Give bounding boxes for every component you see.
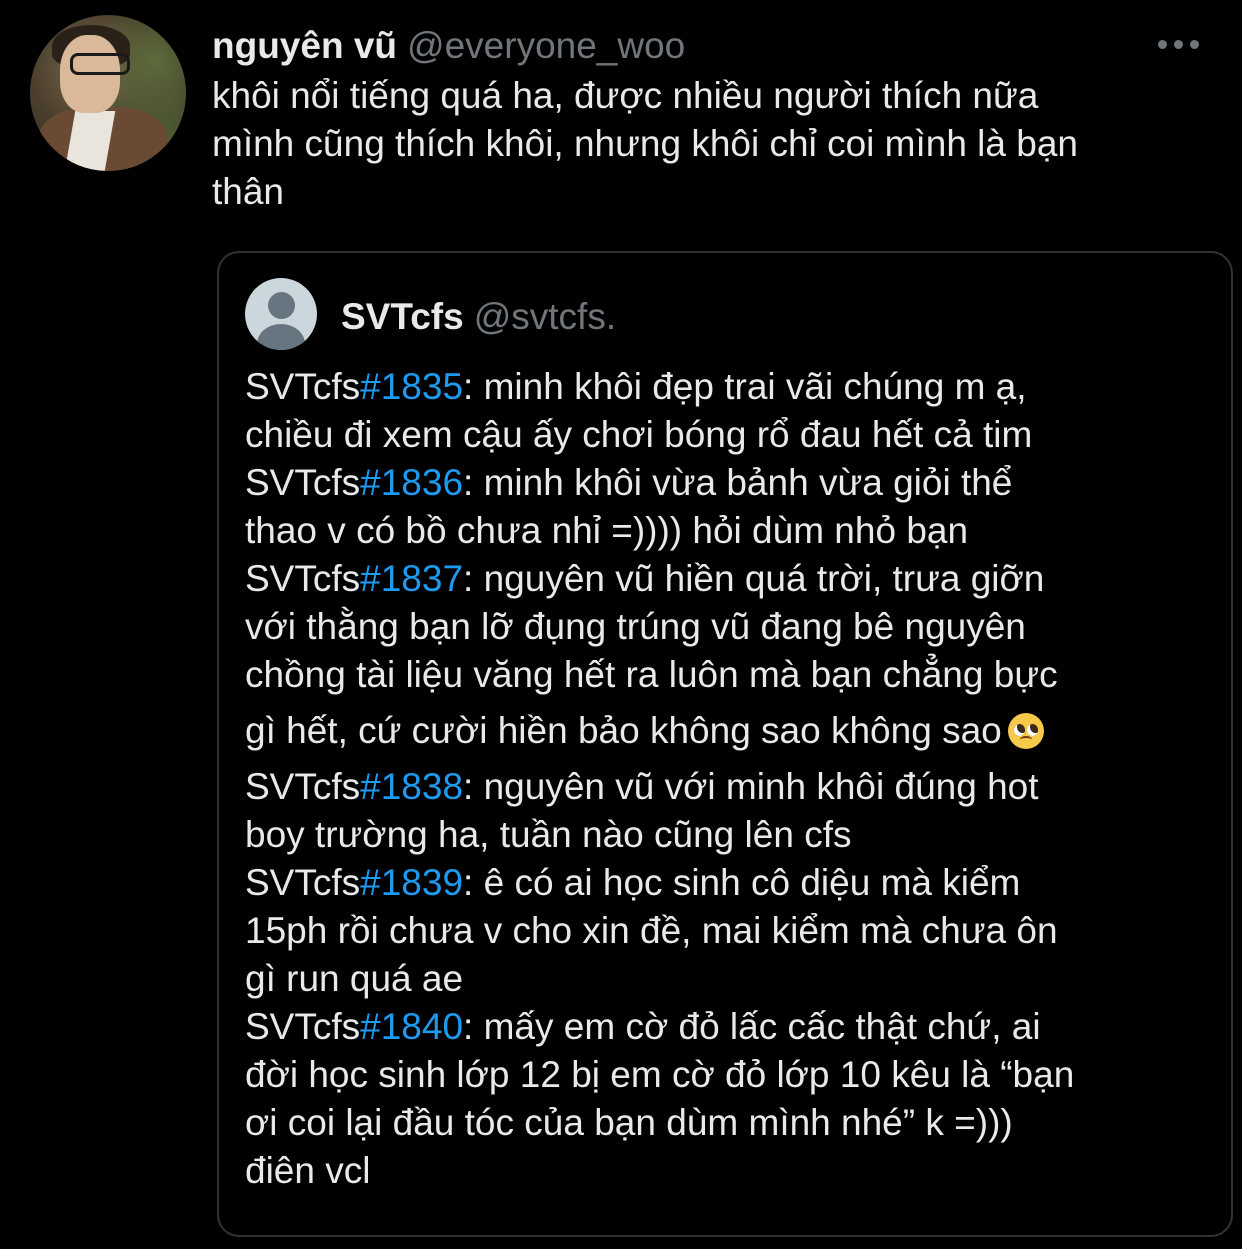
- more-horizontal-icon[interactable]: [1158, 40, 1200, 50]
- line-text: 15ph rồi chưa v cho xin đề, mai kiểm mà …: [245, 910, 1058, 951]
- quoted-text-line: đời học sinh lớp 12 bị em cờ đỏ lớp 10 k…: [245, 1051, 1225, 1099]
- pleading-face-icon: [1007, 713, 1044, 749]
- hashtag-link[interactable]: #1839: [360, 862, 463, 903]
- more-dot: [1158, 40, 1167, 49]
- quoted-display-name[interactable]: SVTcfs: [341, 296, 464, 337]
- display-name[interactable]: nguyên vũ: [212, 25, 397, 66]
- hashtag-link[interactable]: #1835: [360, 366, 463, 407]
- quoted-text-line: SVTcfs#1835: minh khôi đẹp trai vãi chún…: [245, 363, 1225, 411]
- quoted-text-line: chiều đi xem cậu ấy chơi bóng rổ đau hết…: [245, 411, 1225, 459]
- quoted-text-line: SVTcfs#1838: nguyên vũ với minh khôi đún…: [245, 763, 1225, 811]
- tweet-text-line: thân: [212, 171, 285, 212]
- quoted-tweet-text: SVTcfs#1835: minh khôi đẹp trai vãi chún…: [245, 363, 1225, 1195]
- line-text: : minh khôi đẹp trai vãi chúng m ạ,: [463, 366, 1027, 407]
- quoted-tweet-header: SVTcfs @svtcfs.: [341, 295, 616, 339]
- line-text: chiều đi xem cậu ấy chơi bóng rổ đau hết…: [245, 414, 1033, 455]
- line-text: : ê có ai học sinh cô diệu mà kiểm: [463, 862, 1021, 903]
- more-dot: [1174, 40, 1183, 49]
- confession-prefix: SVTcfs: [245, 1006, 361, 1047]
- line-text: đời học sinh lớp 12 bị em cờ đỏ lớp 10 k…: [245, 1054, 1075, 1095]
- quoted-text-line: SVTcfs#1839: ê có ai học sinh cô diệu mà…: [245, 859, 1225, 907]
- quoted-text-line: boy trường ha, tuần nào cũng lên cfs: [245, 811, 1225, 859]
- user-handle[interactable]: @everyone_woo: [407, 25, 685, 66]
- quoted-text-line: chồng tài liệu văng hết ra luôn mà bạn c…: [245, 651, 1225, 699]
- line-text: : nguyên vũ hiền quá trời, trưa giỡn: [463, 558, 1045, 599]
- line-text: điên vcl: [245, 1150, 371, 1191]
- tweet-text-line: khôi nổi tiếng quá ha, được nhiều người …: [212, 75, 1039, 116]
- quoted-text-line: điên vcl: [245, 1147, 1225, 1195]
- quoted-tweet-card[interactable]: SVTcfs @svtcfs. SVTcfs#1835: minh khôi đẹ…: [217, 251, 1233, 1237]
- line-text: gì run quá ae: [245, 958, 464, 999]
- quoted-text-line: SVTcfs#1837: nguyên vũ hiền quá trời, tr…: [245, 555, 1225, 603]
- user-avatar[interactable]: [30, 15, 186, 171]
- confession-prefix: SVTcfs: [245, 766, 361, 807]
- avatar-glasses: [70, 53, 130, 75]
- hashtag-link[interactable]: #1838: [360, 766, 463, 807]
- tweet-header: nguyên vũ @everyone_woo: [212, 24, 685, 68]
- line-text: chồng tài liệu văng hết ra luôn mà bạn c…: [245, 654, 1058, 695]
- confession-prefix: SVTcfs: [245, 462, 361, 503]
- quoted-text-line: ơi coi lại đầu tóc của bạn dùm mình nhé”…: [245, 1099, 1225, 1147]
- default-profile-icon[interactable]: [245, 278, 317, 350]
- profile-head: [268, 292, 295, 319]
- quoted-user-handle[interactable]: @svtcfs.: [474, 296, 616, 337]
- line-text: thao v có bồ chưa nhỉ =)))) hỏi dùm nhỏ …: [245, 510, 969, 551]
- confession-prefix: SVTcfs: [245, 862, 361, 903]
- line-text: : mấy em cờ đỏ lấc cấc thật chứ, ai: [463, 1006, 1041, 1047]
- line-text: : nguyên vũ với minh khôi đúng hot: [463, 766, 1039, 807]
- line-text: ơi coi lại đầu tóc của bạn dùm mình nhé”…: [245, 1102, 1013, 1143]
- quoted-text-line: 15ph rồi chưa v cho xin đề, mai kiểm mà …: [245, 907, 1225, 955]
- line-text: : minh khôi vừa bảnh vừa giỏi thể: [463, 462, 1013, 503]
- tweet-text: khôi nổi tiếng quá ha, được nhiều người …: [212, 72, 1222, 216]
- line-text: gì hết, cứ cười hiền bảo không sao không…: [245, 710, 1002, 751]
- more-dot: [1190, 40, 1199, 49]
- confession-prefix: SVTcfs: [245, 366, 361, 407]
- quoted-text-line: với thằng bạn lỡ đụng trúng vũ đang bê n…: [245, 603, 1225, 651]
- confession-prefix: SVTcfs: [245, 558, 361, 599]
- profile-body: [257, 324, 305, 350]
- hashtag-link[interactable]: #1836: [360, 462, 463, 503]
- quoted-text-line: gì hết, cứ cười hiền bảo không sao không…: [245, 699, 1225, 763]
- tweet-page: nguyên vũ @everyone_woo khôi nổi tiếng qu…: [0, 0, 1242, 1249]
- quoted-text-line: gì run quá ae: [245, 955, 1225, 1003]
- hashtag-link[interactable]: #1837: [360, 558, 463, 599]
- tweet-text-line: mình cũng thích khôi, nhưng khôi chỉ coi…: [212, 123, 1078, 164]
- line-text: với thằng bạn lỡ đụng trúng vũ đang bê n…: [245, 606, 1026, 647]
- quoted-text-line: SVTcfs#1840: mấy em cờ đỏ lấc cấc thật c…: [245, 1003, 1225, 1051]
- quoted-text-line: thao v có bồ chưa nhỉ =)))) hỏi dùm nhỏ …: [245, 507, 1225, 555]
- quoted-text-line: SVTcfs#1836: minh khôi vừa bảnh vừa giỏi…: [245, 459, 1225, 507]
- hashtag-link[interactable]: #1840: [360, 1006, 463, 1047]
- line-text: boy trường ha, tuần nào cũng lên cfs: [245, 814, 852, 855]
